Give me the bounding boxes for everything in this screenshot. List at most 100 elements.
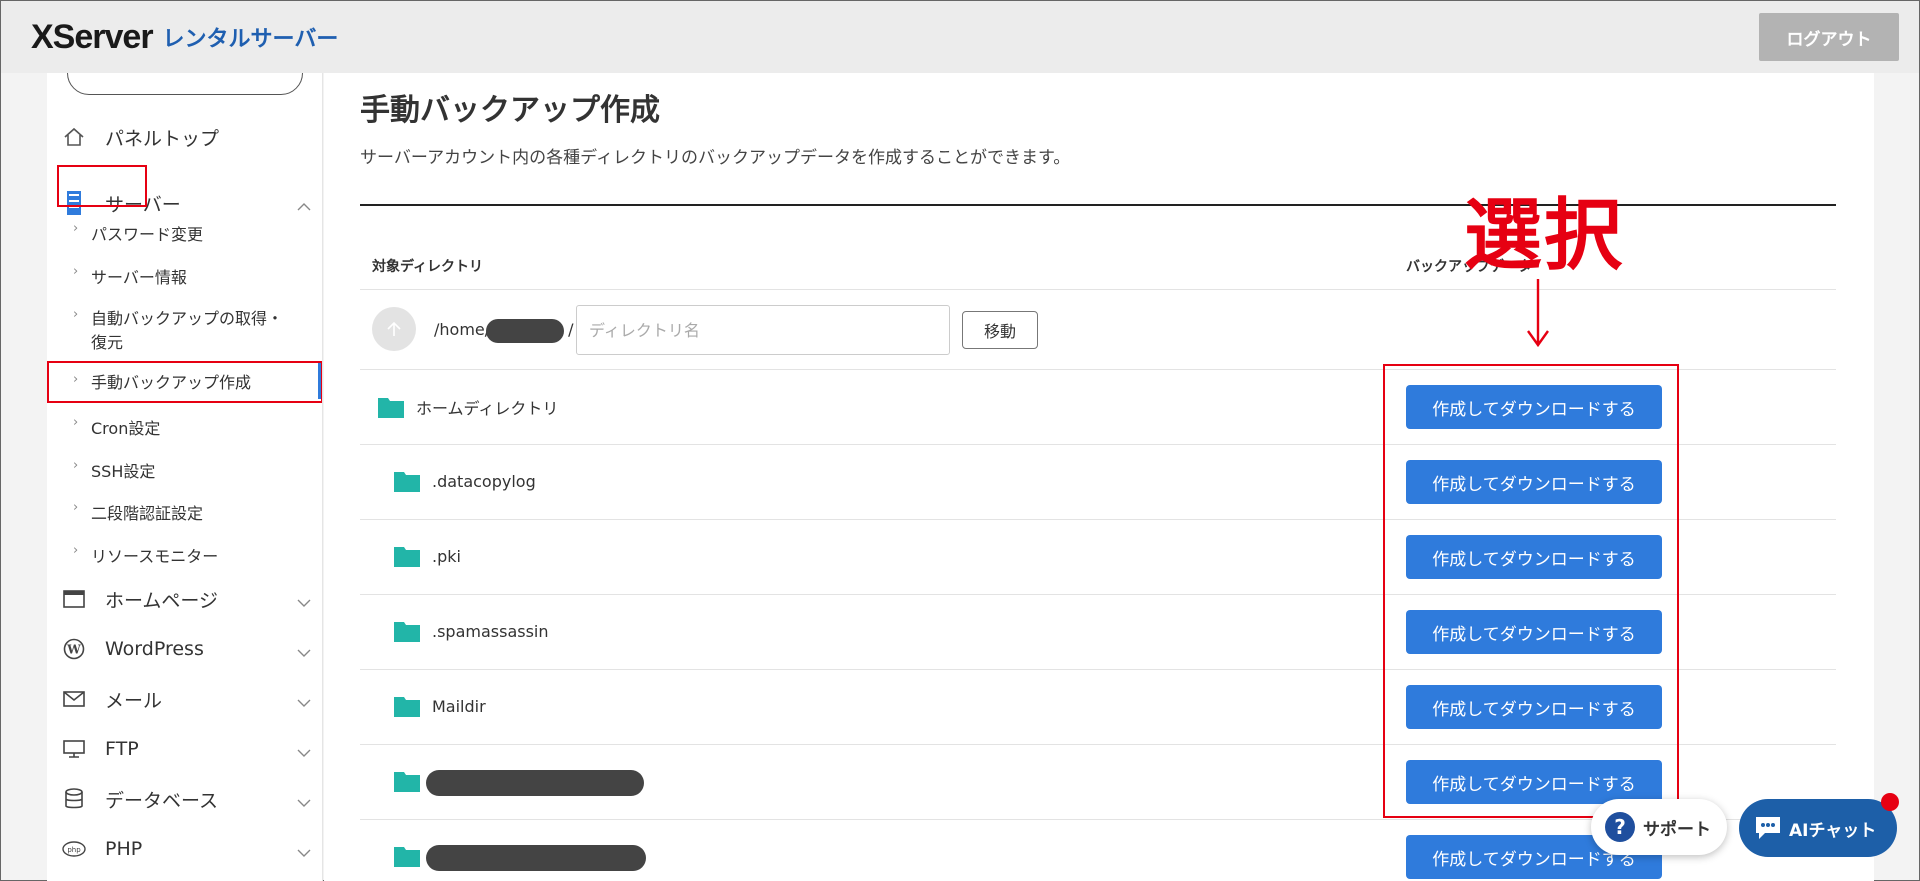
svg-text:php: php (67, 846, 81, 854)
chevron-right-icon: › (73, 307, 79, 322)
logout-button[interactable]: ログアウト (1759, 13, 1899, 61)
ai-chat-label: AIチャット (1789, 820, 1877, 841)
svg-text:W: W (66, 643, 81, 657)
folder-icon (394, 472, 420, 492)
logo-sub: レンタルサーバー (162, 27, 339, 52)
nav-panel-top[interactable]: パネルトップ (61, 117, 219, 157)
chevron-down-icon (297, 591, 311, 613)
nav-database-label: データベース (105, 789, 219, 812)
chevron-right-icon: › (73, 264, 79, 279)
home-icon (61, 124, 87, 150)
folder-icon (394, 547, 420, 567)
page-title: 手動バックアップ作成 (360, 93, 660, 128)
menu-toggle-button[interactable] (67, 73, 303, 95)
sidebar-item-cron[interactable]: › Cron設定 (47, 415, 322, 439)
sidebar-item-password[interactable]: › パスワード変更 (47, 221, 322, 245)
ftp-icon (61, 736, 87, 762)
sidebar-item-label: 二段階認証設定 (91, 504, 204, 523)
nav-php-label: PHP (105, 838, 143, 860)
folder-icon (378, 398, 404, 418)
nav-database[interactable]: データベース (61, 779, 311, 819)
parent-directory-button[interactable] (372, 307, 416, 351)
table-row[interactable]: ホームディレクトリ (378, 395, 558, 419)
chat-bubble-icon (1756, 817, 1780, 839)
sidebar-item-label: 自動バックアップの取得・ 復元 (91, 307, 283, 355)
php-icon: php (61, 836, 87, 862)
chevron-right-icon: › (73, 543, 79, 558)
sidebar-item-resource-monitor[interactable]: › リソースモニター (47, 543, 322, 567)
nav-homepage-label: ホームページ (105, 589, 219, 612)
table-row[interactable]: Maildir (394, 695, 486, 717)
notification-badge (1881, 793, 1899, 811)
chevron-down-icon (297, 791, 311, 813)
support-button[interactable]: ? サポート (1591, 799, 1727, 855)
directory-name: .pki (432, 546, 461, 566)
support-label: サポート (1643, 819, 1711, 840)
directory-name-input[interactable] (576, 305, 950, 355)
redaction-mask (426, 770, 644, 796)
mail-icon (61, 686, 87, 712)
database-icon (61, 786, 87, 812)
path-prefix: /home/ (434, 320, 491, 339)
nav-homepage[interactable]: ホームページ (61, 579, 311, 619)
directory-name: .datacopylog (432, 471, 536, 491)
sidebar-item-label: パスワード変更 (91, 225, 204, 244)
arrow-up-icon (387, 321, 401, 336)
highlight-server (57, 165, 147, 207)
sidebar-item-label-line2: 復元 (91, 333, 124, 352)
directory-name: Maildir (432, 696, 486, 716)
chevron-right-icon: › (73, 500, 79, 515)
sidebar-item-server-info[interactable]: › サーバー情報 (47, 264, 322, 288)
chevron-up-icon (297, 195, 311, 217)
chevron-right-icon: › (73, 415, 79, 430)
directory-name: ホームディレクトリ (416, 399, 559, 418)
sidebar-item-auto-backup[interactable]: › 自動バックアップの取得・ 復元 (47, 307, 322, 355)
annotation-box (1383, 364, 1679, 818)
sidebar-item-label: リソースモニター (91, 547, 219, 566)
header: XServer レンタルサーバー ログアウト (1, 1, 1919, 73)
folder-icon (394, 697, 420, 717)
row-divider (360, 289, 1836, 290)
move-button[interactable]: 移動 (962, 311, 1038, 349)
directory-name: .spamassassin (432, 621, 549, 641)
redaction-mask (486, 319, 564, 343)
table-row[interactable]: .pki (394, 545, 461, 567)
folder-icon (394, 622, 420, 642)
table-row[interactable]: .datacopylog (394, 470, 536, 492)
browser-icon (61, 586, 87, 612)
nav-wordpress-label: WordPress (105, 638, 204, 660)
sidebar-item-label: Cron設定 (91, 419, 161, 438)
nav-ftp[interactable]: FTP (61, 729, 311, 769)
redaction-mask (426, 845, 646, 871)
column-header-directory: 対象ディレクトリ (372, 259, 484, 275)
path-suffix: / (568, 320, 574, 339)
sidebar: パネルトップ サーバー › パスワード変更 › サーバー情報 › 自動バックアップの取… (47, 73, 323, 881)
chevron-down-icon (297, 641, 311, 663)
nav-php[interactable]: php PHP (61, 829, 311, 869)
chevron-down-icon (297, 691, 311, 713)
chevron-down-icon (297, 741, 311, 763)
logo-main: XServer (31, 17, 154, 56)
folder-icon (394, 772, 420, 792)
nav-panel-top-label: パネルトップ (105, 127, 220, 150)
wordpress-icon: W (61, 636, 87, 662)
page-description: サーバーアカウント内の各種ディレクトリのバックアップデータを作成することができま… (360, 148, 1071, 168)
nav-wordpress[interactable]: W WordPress (61, 629, 311, 669)
nav-mail-label: メール (105, 689, 163, 712)
sidebar-item-label-line1: 自動バックアップの取得・ (91, 309, 284, 328)
folder-icon (394, 847, 420, 867)
sidebar-item-label: サーバー情報 (91, 268, 187, 287)
sidebar-item-2fa[interactable]: › 二段階認証設定 (47, 500, 322, 524)
chevron-down-icon (297, 841, 311, 863)
chevron-right-icon: › (73, 458, 79, 473)
annotation-arrow-icon (1527, 279, 1549, 348)
ai-chat-button[interactable]: AIチャット (1739, 799, 1897, 857)
highlight-manual-backup (47, 361, 322, 403)
chevron-right-icon: › (73, 221, 79, 236)
nav-mail[interactable]: メール (61, 679, 311, 719)
table-row[interactable]: .spamassassin (394, 620, 549, 642)
help-icon: ? (1605, 812, 1635, 842)
sidebar-item-ssh[interactable]: › SSH設定 (47, 458, 322, 482)
logo[interactable]: XServer レンタルサーバー (31, 18, 338, 57)
annotation-label: 選択 (1464, 191, 1625, 281)
